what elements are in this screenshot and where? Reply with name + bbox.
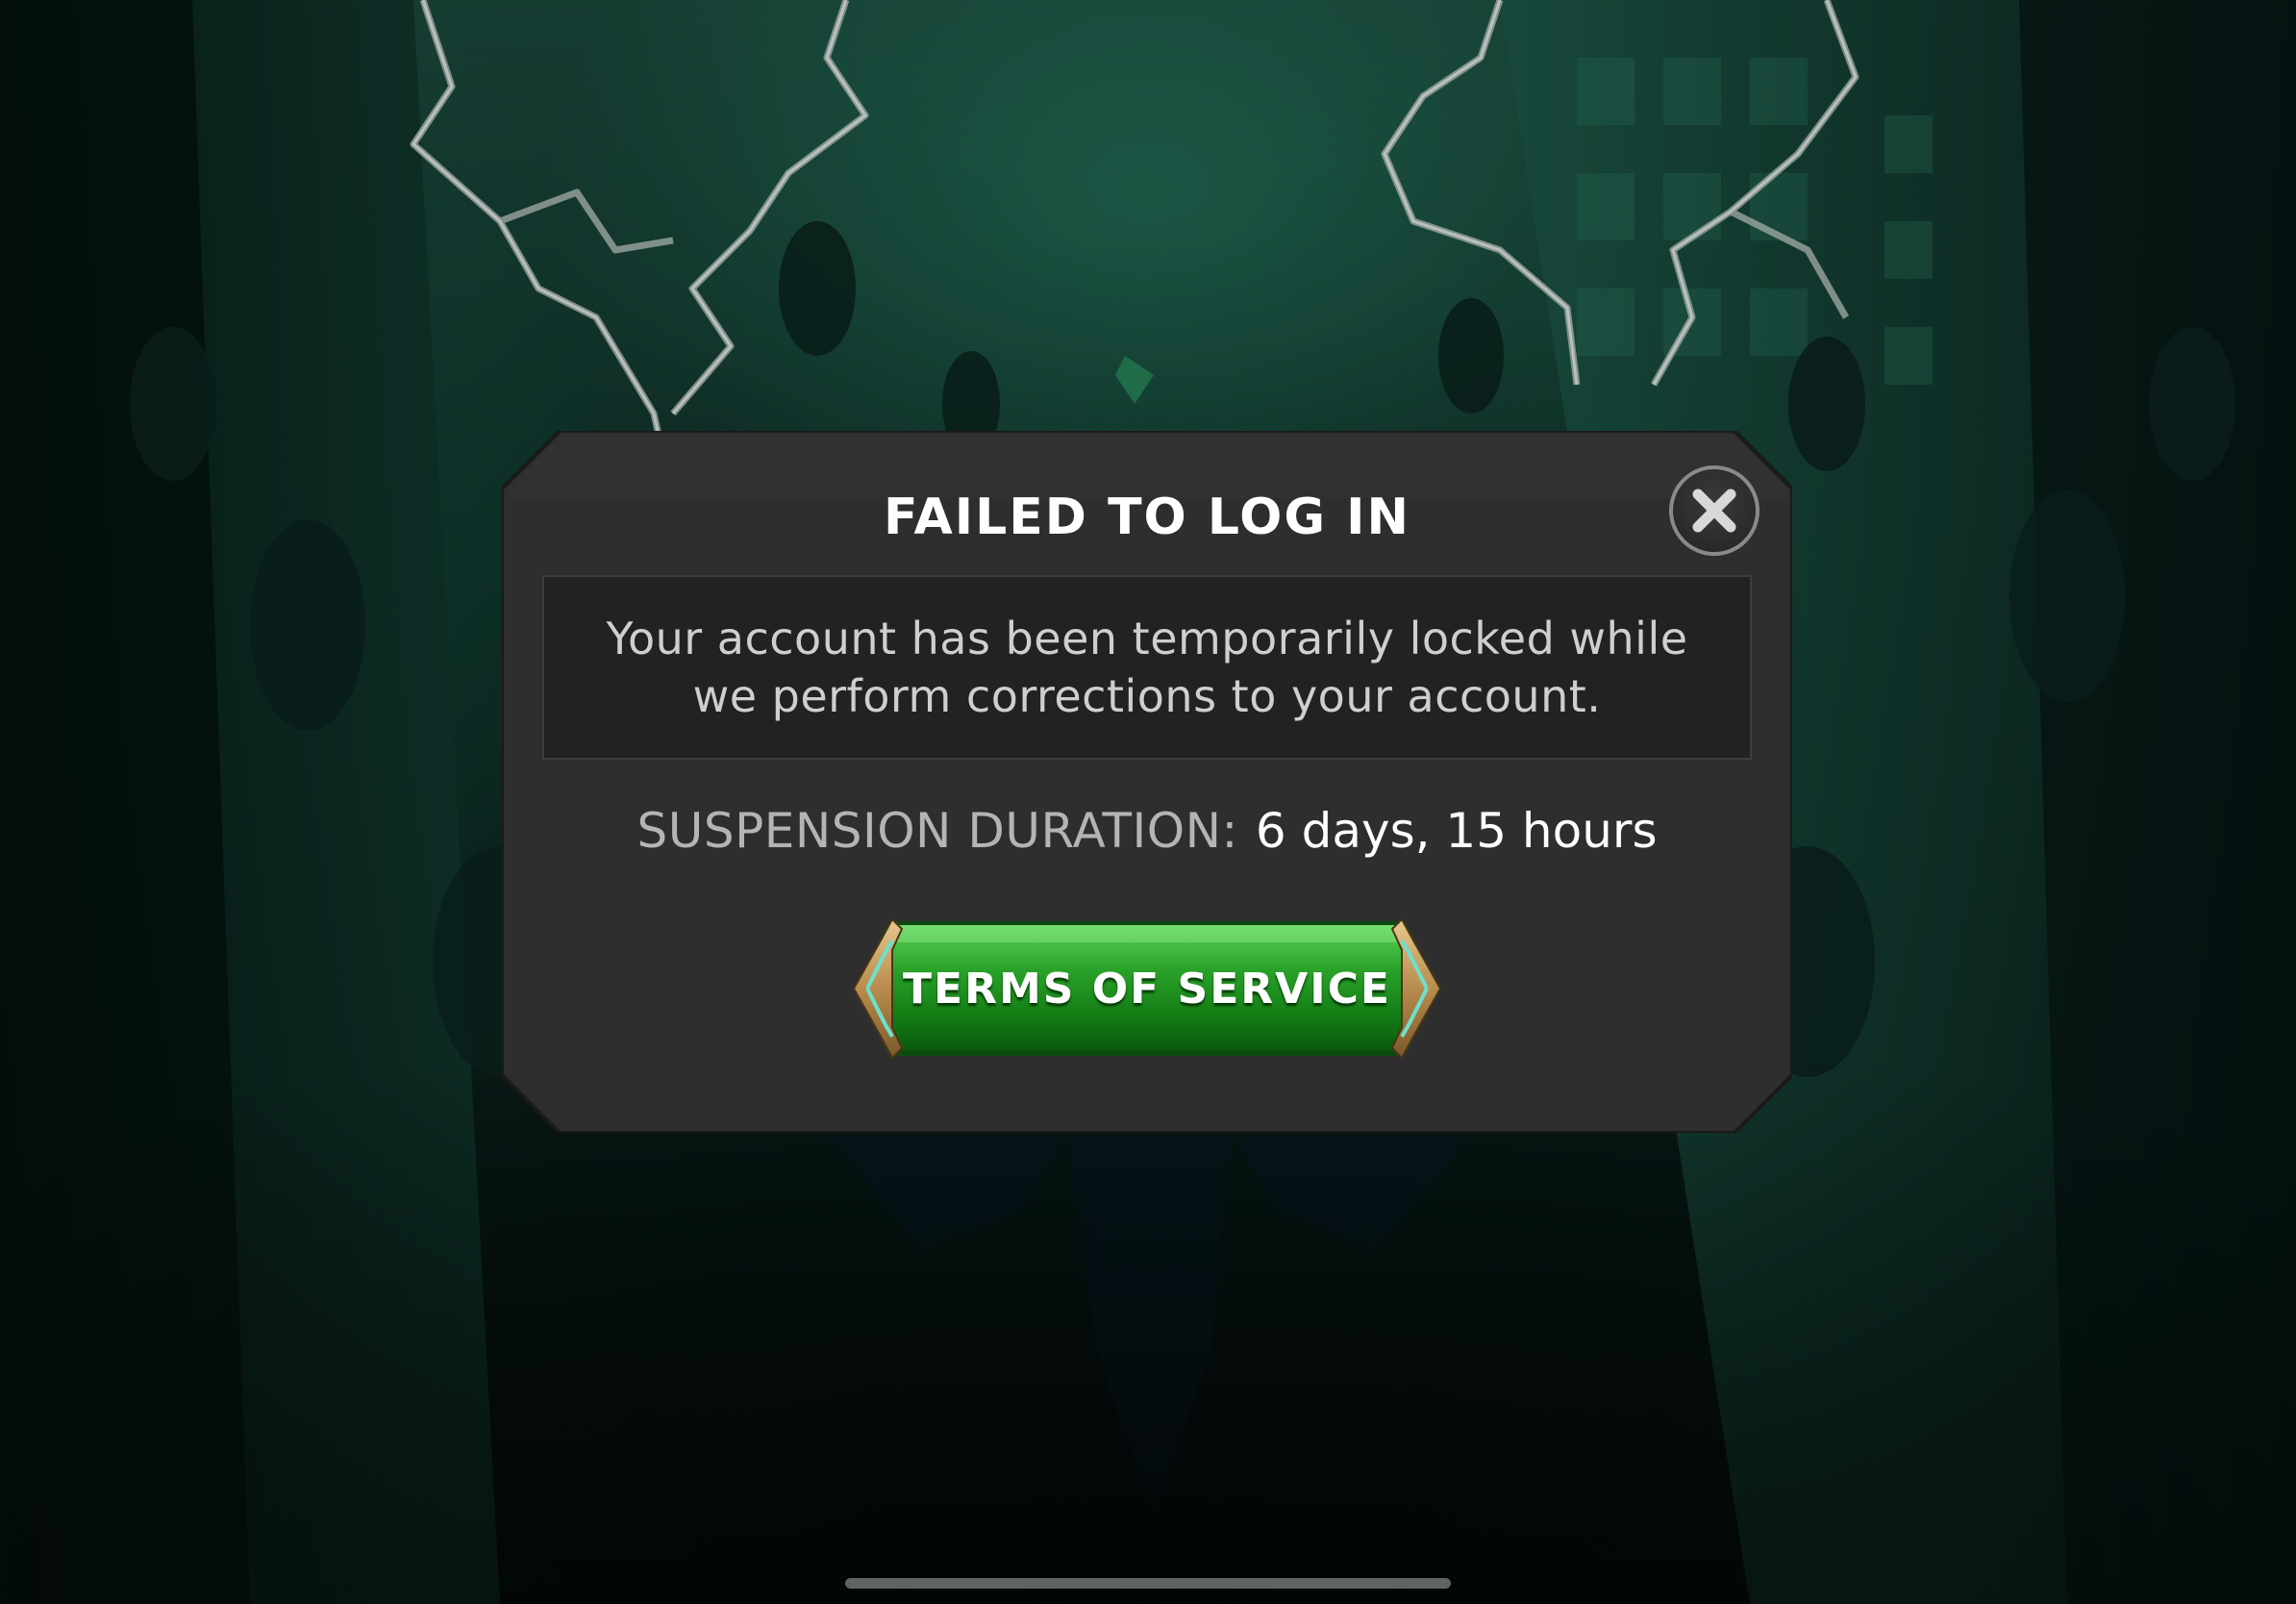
lock-message: Your account has been temporarily locked… — [606, 613, 1688, 722]
close-button[interactable] — [1669, 465, 1759, 556]
close-icon — [1692, 489, 1736, 533]
suspension-duration: SUSPENSION DURATION: 6 days, 15 hours — [502, 800, 1792, 862]
message-box: Your account has been temporarily locked… — [542, 575, 1752, 760]
dialog-title: FAILED TO LOG IN — [884, 489, 1410, 546]
suspension-duration-value: 6 days, 15 hours — [1255, 803, 1658, 859]
login-failed-dialog: FAILED TO LOG IN Your account has been t… — [502, 431, 1792, 1133]
terms-of-service-label: TERMS OF SERVICE — [903, 964, 1391, 1014]
suspension-duration-label: SUSPENSION DURATION: — [636, 803, 1238, 859]
game-screen: FAILED TO LOG IN Your account has been t… — [0, 0, 2296, 1604]
home-indicator[interactable] — [845, 1578, 1451, 1589]
terms-of-service-button[interactable]: TERMS OF SERVICE — [854, 912, 1440, 1065]
